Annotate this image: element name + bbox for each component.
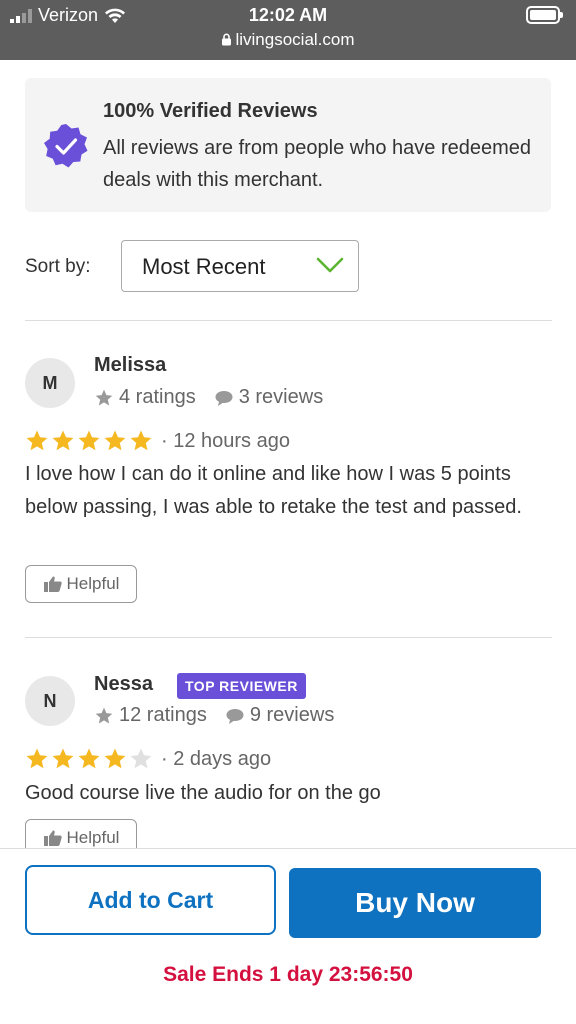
review-time: · 2 days ago <box>161 747 272 770</box>
helpful-label: Helpful <box>66 574 120 593</box>
chevron-down-icon <box>316 257 344 273</box>
helpful-label: Helpful <box>66 828 120 847</box>
verified-badge-icon <box>44 124 88 168</box>
sale-countdown: Sale Ends 1 day 23:56:50 <box>163 963 413 986</box>
star-filled-icon <box>104 430 126 451</box>
star-filled-icon <box>26 430 48 451</box>
star-filled-icon <box>26 748 48 769</box>
ratings-count: 4 ratings <box>119 386 196 408</box>
reviewer-name[interactable]: Nessa <box>94 673 153 696</box>
star-icon <box>95 389 113 405</box>
star-icon <box>95 707 113 723</box>
reviews-count: 3 reviews <box>238 386 324 408</box>
star-empty-icon <box>130 748 152 769</box>
comment-icon <box>215 390 233 406</box>
top-reviewer-badge: TOP REVIEWER <box>177 673 306 699</box>
sort-selected-value: Most Recent <box>142 254 266 279</box>
status-bar: Verizon 12:02 AM livingsocial.com <box>0 0 576 60</box>
star-filled-icon <box>52 430 74 451</box>
reviewer-stats: 4 ratings 3 reviews <box>94 386 323 409</box>
buy-now-button[interactable]: Buy Now <box>289 868 541 938</box>
helpful-button[interactable]: Helpful <box>25 565 137 603</box>
lock-icon <box>222 33 232 46</box>
star-rating: · 12 hours ago <box>25 429 290 453</box>
review-time: · 12 hours ago <box>161 429 290 452</box>
sort-dropdown[interactable]: Most Recent <box>121 240 359 292</box>
avatar: M <box>25 358 75 408</box>
star-filled-icon <box>78 430 100 451</box>
battery-icon <box>526 6 563 24</box>
clock: 12:02 AM <box>248 5 328 25</box>
thumbs-up-icon <box>43 830 62 846</box>
add-to-cart-button[interactable]: Add to Cart <box>25 865 276 935</box>
avatar: N <box>25 676 75 726</box>
star-rating: · 2 days ago <box>25 747 271 771</box>
review-text: Good course live the audio for on the go <box>25 782 381 804</box>
sort-label: Sort by: <box>25 256 91 277</box>
url-text: livingsocial.com <box>235 30 355 49</box>
verified-reviews-box: 100% Verified Reviews All reviews are fr… <box>25 78 551 212</box>
verified-description: All reviews are from people who have red… <box>103 137 531 191</box>
star-filled-icon <box>78 748 100 769</box>
comment-icon <box>226 708 244 724</box>
review-text: I love how I can do it online and like h… <box>25 463 522 518</box>
star-filled-icon <box>130 430 152 451</box>
star-filled-icon <box>104 748 126 769</box>
verified-title: 100% Verified Reviews <box>103 100 318 122</box>
divider <box>25 320 552 321</box>
divider <box>25 637 552 638</box>
ratings-count: 12 ratings <box>119 704 207 726</box>
star-filled-icon <box>52 748 74 769</box>
reviewer-name[interactable]: Melissa <box>94 354 166 377</box>
reviewer-stats: 12 ratings 9 reviews <box>94 704 334 727</box>
bottom-action-bar: Add to Cart Buy Now Sale Ends 1 day 23:5… <box>0 848 576 1024</box>
address-bar[interactable]: livingsocial.com <box>0 30 576 50</box>
thumbs-up-icon <box>43 576 62 592</box>
reviews-count: 9 reviews <box>249 704 335 726</box>
